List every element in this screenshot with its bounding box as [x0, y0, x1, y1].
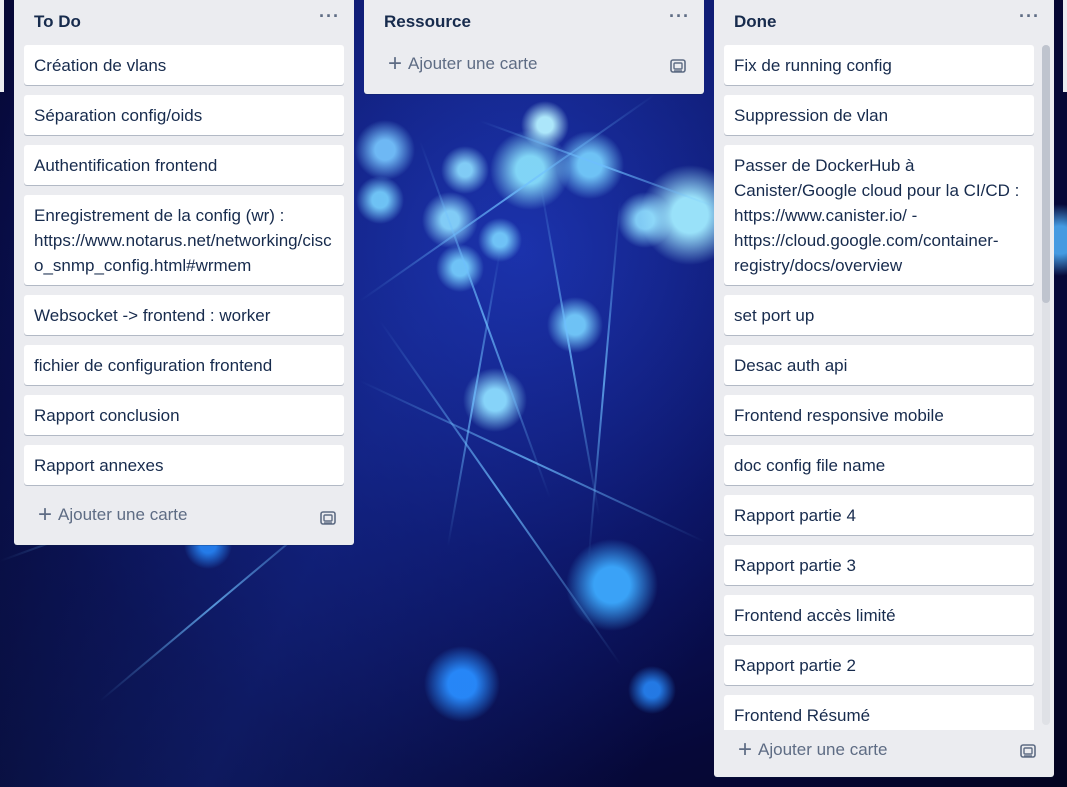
- background-fiber: [539, 180, 601, 517]
- plus-icon: +: [738, 736, 753, 763]
- card[interactable]: Rapport partie 3: [724, 545, 1034, 585]
- card[interactable]: Création de vlans: [24, 45, 344, 85]
- card[interactable]: Passer de DockerHub à Canister/Google cl…: [724, 145, 1034, 285]
- list-scrollbar[interactable]: [1042, 45, 1050, 725]
- card[interactable]: Websocket -> frontend : worker: [24, 295, 344, 335]
- card[interactable]: Frontend accès limité: [724, 595, 1034, 635]
- card-template-icon[interactable]: [670, 59, 686, 73]
- card[interactable]: Rapport partie 4: [724, 495, 1034, 535]
- list-menu-icon[interactable]: ···: [669, 6, 690, 27]
- previous-list-edge: [0, 0, 4, 92]
- card[interactable]: Rapport conclusion: [24, 395, 344, 435]
- list-menu-icon[interactable]: ···: [1019, 6, 1040, 27]
- list-ressource: Ressource ··· + Ajouter une carte: [364, 0, 704, 94]
- card[interactable]: Rapport partie 2: [724, 645, 1034, 685]
- list-title[interactable]: Done: [734, 12, 777, 32]
- card[interactable]: set port up: [724, 295, 1034, 335]
- add-card-row[interactable]: + Ajouter une carte: [714, 730, 1054, 777]
- add-card-button[interactable]: + Ajouter une carte: [738, 736, 888, 763]
- list-to-do: To Do ··· Création de vlans Séparation c…: [14, 0, 354, 545]
- card[interactable]: Frontend responsive mobile: [724, 395, 1034, 435]
- add-card-button[interactable]: + Ajouter une carte: [388, 50, 538, 77]
- list-title[interactable]: To Do: [34, 12, 81, 32]
- card[interactable]: fichier de configuration frontend: [24, 345, 344, 385]
- card[interactable]: Séparation config/oids: [24, 95, 344, 135]
- background-fiber: [359, 380, 705, 543]
- list-title[interactable]: Ressource: [384, 12, 471, 32]
- card-list-scroll: Fix de running config Suppression de vla…: [714, 45, 1054, 730]
- add-card-label: Ajouter une carte: [58, 505, 188, 524]
- background-fiber: [359, 93, 656, 302]
- next-list-edge: [1063, 0, 1067, 92]
- background-fiber: [479, 120, 725, 211]
- plus-icon: +: [38, 501, 53, 528]
- card[interactable]: doc config file name: [724, 445, 1034, 485]
- board-canvas: To Do ··· Création de vlans Séparation c…: [0, 0, 1067, 787]
- background-fiber: [446, 250, 501, 547]
- add-card-label: Ajouter une carte: [408, 54, 538, 73]
- card[interactable]: Frontend Résumé: [724, 695, 1034, 730]
- card[interactable]: Desac auth api: [724, 345, 1034, 385]
- card[interactable]: Rapport annexes: [24, 445, 344, 485]
- background-fiber: [419, 140, 551, 499]
- card-template-icon[interactable]: [1020, 744, 1036, 758]
- add-card-label: Ajouter une carte: [758, 740, 888, 759]
- add-card-button[interactable]: + Ajouter une carte: [38, 501, 188, 528]
- card[interactable]: Authentification frontend: [24, 145, 344, 185]
- list-done: Done ··· Fix de running config Suppressi…: [714, 0, 1054, 777]
- list-header: To Do ···: [14, 0, 354, 45]
- card[interactable]: Enregistrement de la config (wr) : https…: [24, 195, 344, 285]
- background-fiber: [379, 320, 622, 666]
- card[interactable]: Fix de running config: [724, 45, 1034, 85]
- list-header: Done ···: [714, 0, 1054, 45]
- scrollbar-thumb[interactable]: [1042, 45, 1050, 303]
- card-template-icon[interactable]: [320, 511, 336, 525]
- card[interactable]: Suppression de vlan: [724, 95, 1034, 135]
- add-card-row[interactable]: + Ajouter une carte: [364, 45, 704, 94]
- background-fiber: [587, 200, 621, 560]
- plus-icon: +: [388, 50, 403, 77]
- add-card-row[interactable]: + Ajouter une carte: [14, 495, 354, 545]
- list-menu-icon[interactable]: ···: [319, 6, 340, 27]
- card-list: Fix de running config Suppression de vla…: [714, 45, 1054, 730]
- list-header: Ressource ···: [364, 0, 704, 45]
- card-list: Création de vlans Séparation config/oids…: [14, 45, 354, 485]
